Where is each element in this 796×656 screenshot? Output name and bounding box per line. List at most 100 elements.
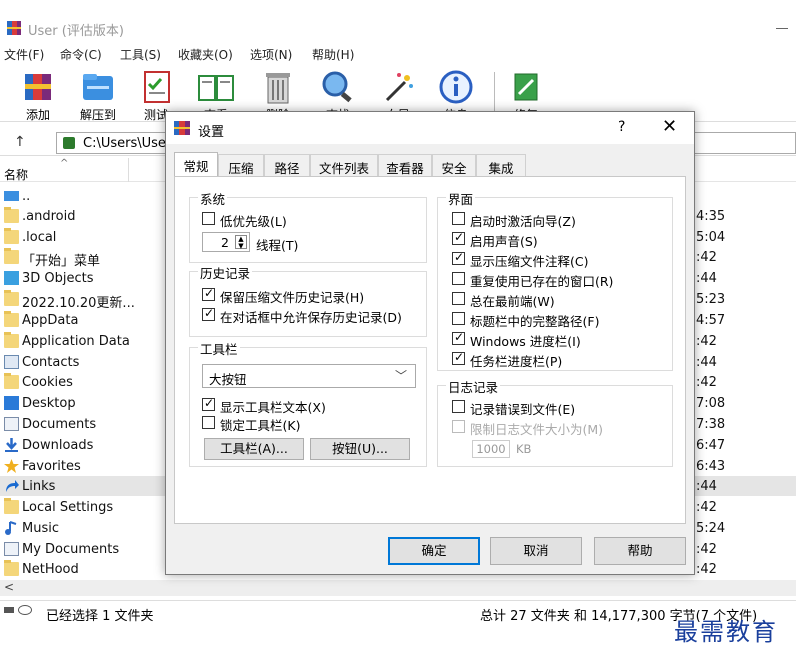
checkbox-label: 显示压缩文件注释(C) xyxy=(470,254,589,269)
file-time: :42 xyxy=(696,375,717,390)
dialog-close-button[interactable]: ✕ xyxy=(662,116,677,137)
file-time: 5:04 xyxy=(696,230,726,245)
tab-security[interactable]: 安全 xyxy=(432,154,476,176)
file-time: 7:38 xyxy=(696,417,726,432)
checkbox-box xyxy=(452,272,465,285)
system-group: 系统 低优先级(L) 2 ▲ ▼ 线程(T) xyxy=(189,189,427,263)
checkbox-box xyxy=(452,330,465,345)
address-path: C:\Users\Use xyxy=(83,136,166,151)
file-time: 4:35 xyxy=(696,209,726,224)
threads-spinner[interactable]: 2 ▲ ▼ xyxy=(202,232,250,252)
tab-paths[interactable]: 路径 xyxy=(264,154,310,176)
file-name: Links xyxy=(22,479,56,494)
file-name: Cookies xyxy=(22,375,73,390)
file-time: :44 xyxy=(696,479,717,494)
checkbox-box xyxy=(452,312,465,325)
winrar-app-icon xyxy=(7,21,21,35)
minimize-button[interactable] xyxy=(776,28,788,29)
disk-icon xyxy=(18,605,32,615)
settings-dialog: 设置 ? ✕ 常规 压缩 路径 文件列表 查看器 安全 集成 系统 低优先级(L… xyxy=(165,111,695,575)
folder-icon xyxy=(4,311,19,327)
toolbar-style-select[interactable]: 大按钮 ﹀ xyxy=(202,364,416,388)
dialog-titlebar: 设置 ? ✕ xyxy=(166,112,694,144)
music-note-icon xyxy=(4,521,19,535)
tab-integration[interactable]: 集成 xyxy=(476,154,526,176)
help-button[interactable]: 帮助 xyxy=(594,537,686,565)
checkbox-label: 保留压缩文件历史记录(H) xyxy=(220,290,365,305)
buttons-config-button[interactable]: 按钮(U)... xyxy=(310,438,410,460)
column-divider[interactable] xyxy=(128,158,129,182)
window-titlebar: User (评估版本) xyxy=(0,0,796,40)
checkbox-label: 重复使用已存在的窗口(R) xyxy=(470,274,614,289)
file-name: 2022.10.20更新... xyxy=(22,296,135,311)
window-title: User (评估版本) xyxy=(28,24,124,39)
file-time: :44 xyxy=(696,271,717,286)
parent-folder-icon xyxy=(4,191,19,201)
desktop-icon xyxy=(4,396,19,410)
ok-button[interactable]: 确定 xyxy=(388,537,480,565)
add-archive-icon xyxy=(19,70,57,104)
extract-button[interactable]: 解压到 xyxy=(70,68,126,124)
file-name: Contacts xyxy=(22,355,80,370)
info-icon xyxy=(437,70,475,104)
menu-file[interactable]: 文件(F) xyxy=(4,46,44,63)
checkbox-label: 启动时激活向导(Z) xyxy=(470,214,576,229)
file-time: :42 xyxy=(696,542,717,557)
menu-options[interactable]: 选项(N) xyxy=(250,46,292,63)
folder-icon xyxy=(4,332,19,348)
folder-icon xyxy=(4,560,19,576)
file-name: Documents xyxy=(22,417,97,432)
name-column-header[interactable]: 名称 xyxy=(4,166,28,183)
contacts-icon xyxy=(4,355,19,369)
status-selection: 已经选择 1 文件夹 xyxy=(46,609,154,624)
downloads-icon xyxy=(4,438,19,452)
repair-icon xyxy=(507,70,545,104)
checkbox-box xyxy=(452,212,465,225)
menu-help[interactable]: 帮助(H) xyxy=(312,46,354,63)
file-name: .. xyxy=(22,189,31,204)
spinner-arrows-icon[interactable]: ▲ ▼ xyxy=(235,235,247,250)
scroll-left-icon[interactable]: < xyxy=(4,580,14,594)
tab-compression[interactable]: 压缩 xyxy=(218,154,264,176)
folder-icon xyxy=(4,248,19,264)
links-arrow-icon xyxy=(4,479,19,493)
toolbar-settings-group: 工具栏 大按钮 ﹀ 显示工具栏文本(X) 锁定工具栏(K) 工具栏(A)... … xyxy=(189,339,427,467)
log-size-unit: KB xyxy=(516,442,532,456)
checkbox-label: 记录错误到文件(E) xyxy=(470,402,576,417)
tab-viewer[interactable]: 查看器 xyxy=(378,154,432,176)
file-name: NetHood xyxy=(22,562,79,577)
dialog-help-button[interactable]: ? xyxy=(618,119,625,135)
history-group-label: 历史记录 xyxy=(198,263,253,282)
3d-objects-icon xyxy=(4,271,19,285)
menu-commands[interactable]: 命令(C) xyxy=(60,46,102,63)
tab-file-list[interactable]: 文件列表 xyxy=(310,154,378,176)
toolbar-group-label: 工具栏 xyxy=(198,339,240,358)
menu-favorites[interactable]: 收藏夹(O) xyxy=(178,46,233,63)
checkbox-label: 限制日志文件大小为(M) xyxy=(470,422,604,437)
folder-icon xyxy=(4,228,19,244)
checkbox-label: 锁定工具栏(K) xyxy=(220,418,301,433)
interface-group-label: 界面 xyxy=(446,189,476,208)
extract-button-label: 解压到 xyxy=(79,108,116,122)
user-folder-icon xyxy=(63,137,75,149)
file-name: 「开始」菜单 xyxy=(22,254,101,269)
horizontal-scrollbar[interactable]: < xyxy=(0,580,796,596)
find-icon xyxy=(319,70,357,104)
checkbox-box xyxy=(452,420,465,433)
cancel-button[interactable]: 取消 xyxy=(490,537,582,565)
up-arrow-icon[interactable]: ↑ xyxy=(14,134,26,150)
toolbar-config-button[interactable]: 工具栏(A)... xyxy=(204,438,304,460)
tab-general[interactable]: 常规 xyxy=(174,152,218,176)
extract-icon xyxy=(79,70,117,104)
add-button[interactable]: 添加 xyxy=(10,68,66,124)
log-size-input[interactable]: 1000 xyxy=(472,440,510,458)
checkbox-label: 任务栏进度栏(P) xyxy=(470,354,563,369)
delete-icon xyxy=(259,70,297,104)
wizard-icon xyxy=(379,70,417,104)
interface-group: 界面 启动时激活向导(Z) 启用声音(S) 显示压缩文件注释(C) 重复使用已存… xyxy=(437,189,673,371)
watermark-text: 最需教育 xyxy=(674,618,778,646)
checkbox-box xyxy=(452,350,465,365)
menu-tools[interactable]: 工具(S) xyxy=(120,46,161,63)
toolbar-style-value: 大按钮 xyxy=(209,372,247,387)
checkbox-label: 在对话框中允许保存历史记录(D) xyxy=(220,310,402,325)
